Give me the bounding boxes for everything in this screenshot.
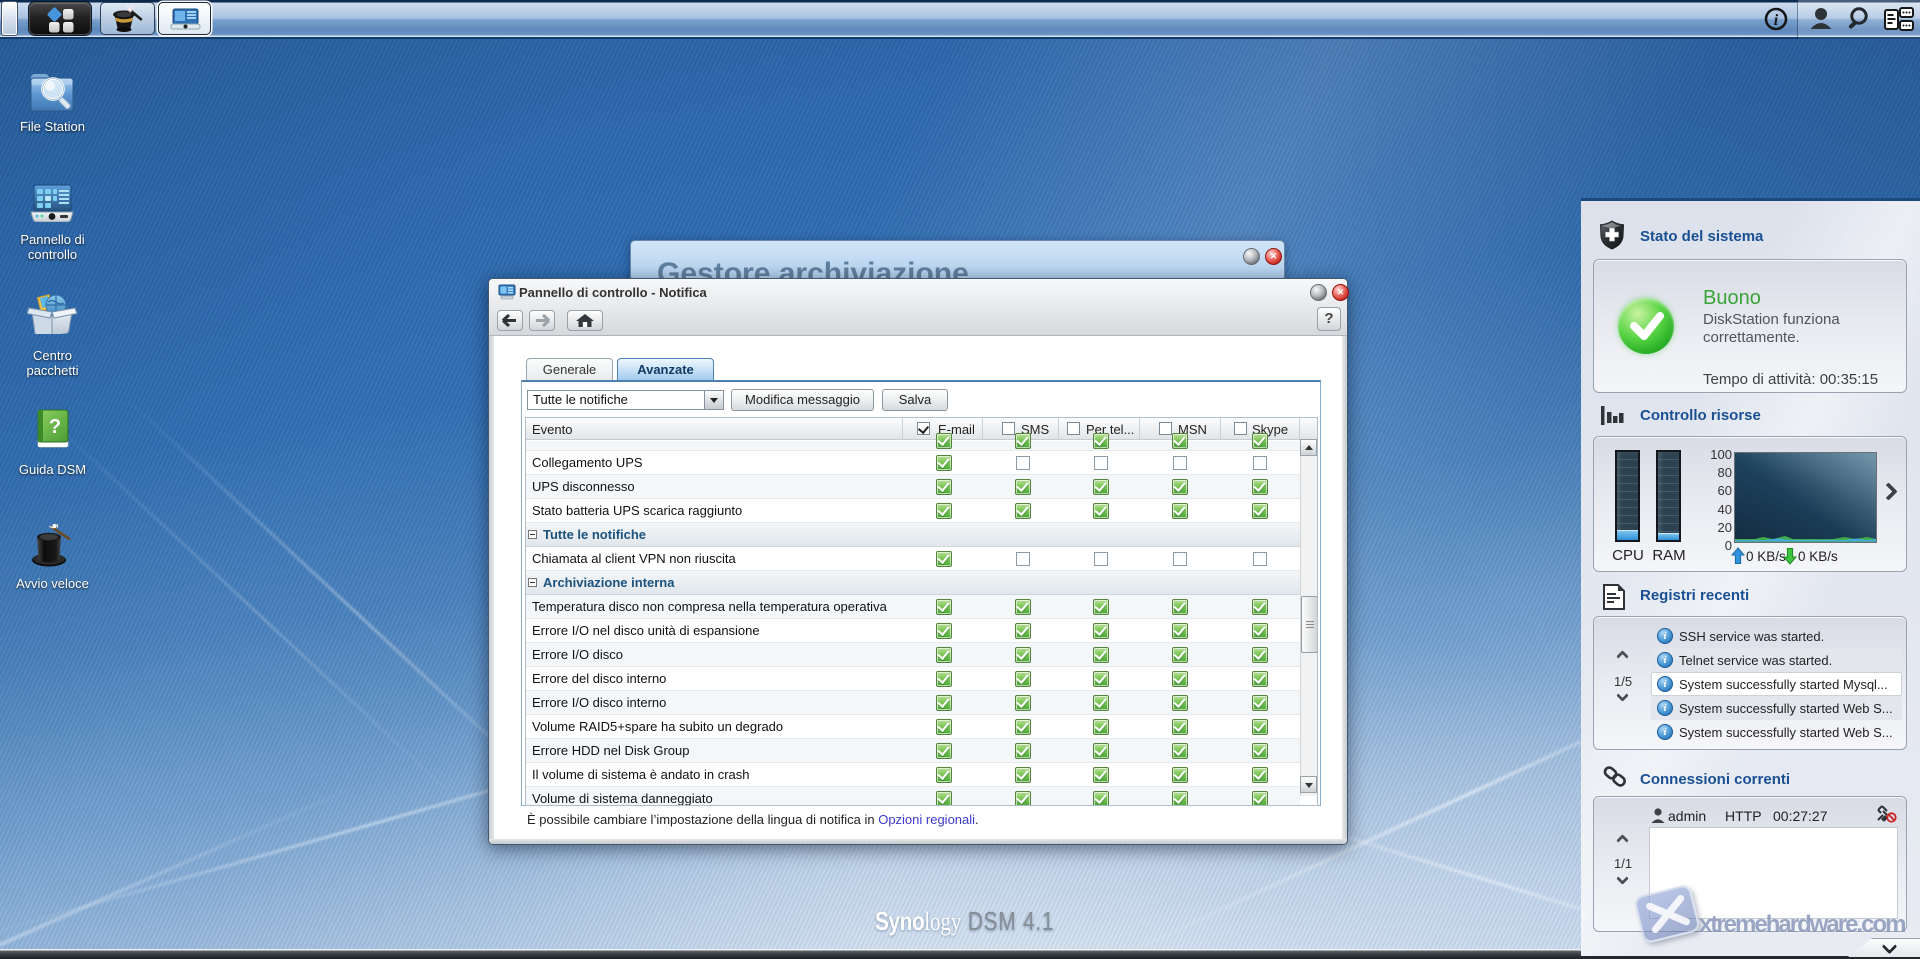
- svg-text:?: ?: [49, 416, 61, 438]
- svg-text:i: i: [1774, 12, 1779, 29]
